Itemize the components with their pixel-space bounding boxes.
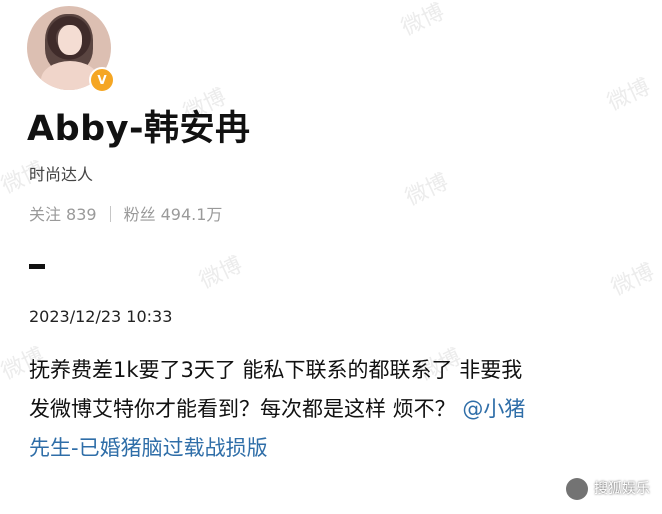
- watermark: 微博: [603, 74, 655, 116]
- followers-count[interactable]: 494.1万: [161, 205, 223, 224]
- profile-name[interactable]: Abby-韩安冉: [27, 106, 251, 152]
- watermark: 微博: [397, 0, 449, 41]
- following-label[interactable]: 关注: [29, 205, 61, 224]
- following-count[interactable]: 839: [66, 205, 97, 224]
- stats-divider: [109, 206, 111, 222]
- followers-label[interactable]: 粉丝: [124, 205, 156, 224]
- post-body: 抚养费差1k要了3天了 能私下联系的都联系了 非要我 发微博艾特你才能看到？每次…: [29, 351, 654, 468]
- source-watermark: 搜狐娱乐: [566, 478, 650, 500]
- post-text: 抚养费差1k要了3天了 能私下联系的都联系了 非要我 发微博艾特你才能看到？每次…: [29, 358, 523, 421]
- profile-stats: 关注 839 粉丝 494.1万: [29, 204, 222, 226]
- watermark: 微博: [195, 252, 247, 294]
- verified-badge-icon: V: [89, 67, 115, 93]
- profile-title: 时尚达人: [29, 165, 94, 184]
- section-divider: [29, 264, 45, 269]
- watermark: 微博: [401, 169, 453, 211]
- post-timestamp: 2023/12/23 10:33: [29, 307, 173, 326]
- avatar-face: [58, 25, 82, 55]
- watermark: 微博: [607, 259, 659, 301]
- source-mark: 搜狐娱乐: [594, 481, 650, 497]
- source-logo-icon: [566, 478, 588, 500]
